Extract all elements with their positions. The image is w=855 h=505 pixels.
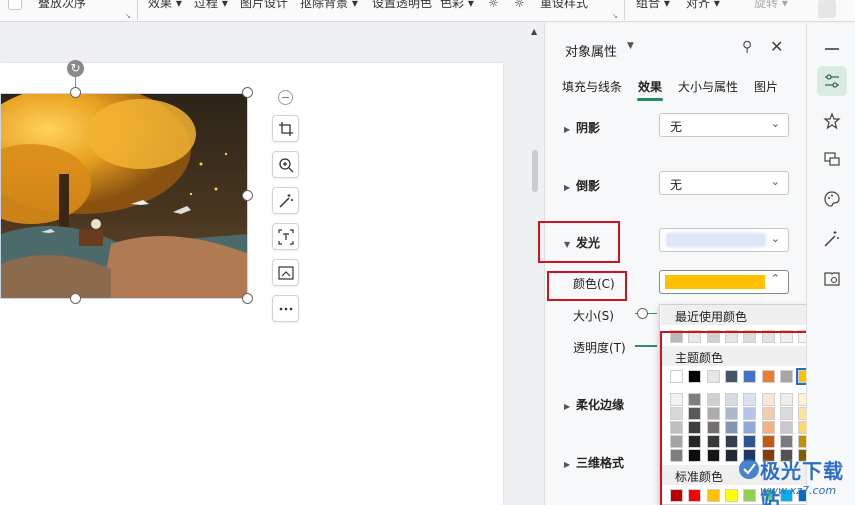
- shadow-select[interactable]: 无 ⌄: [659, 113, 789, 137]
- active-tab-indicator: [637, 98, 663, 101]
- glow-transparency-label: 透明度(T): [573, 341, 626, 355]
- text-extract-icon[interactable]: [272, 223, 299, 250]
- divider: [137, 0, 138, 20]
- size-slider-thumb[interactable]: [637, 308, 648, 319]
- launcher-icon: ↘: [125, 12, 131, 20]
- section-reflection[interactable]: ▶ 倒影: [564, 177, 600, 194]
- effects-button[interactable]: 效果 ▾: [148, 0, 182, 11]
- tab-fill-and-line[interactable]: 填充与线条: [562, 78, 622, 95]
- palette-icon[interactable]: [817, 184, 847, 214]
- tab-size-and-properties[interactable]: 大小与属性: [678, 78, 738, 95]
- rotate-button[interactable]: 旋转 ▾: [754, 0, 788, 11]
- magic-wand-icon[interactable]: [272, 187, 299, 214]
- order-button[interactable]: 叠放次序: [38, 0, 86, 11]
- annotation-highlight: [547, 271, 627, 301]
- set-transparent-color-button[interactable]: 设置透明色: [372, 0, 432, 11]
- expand-arrow-icon: ▶: [564, 183, 571, 192]
- resize-handle-top[interactable]: [70, 87, 81, 98]
- watermark-url: www.xz7.com: [760, 484, 837, 497]
- color-swatch: [665, 275, 765, 289]
- picture-design-button[interactable]: 图片设计: [240, 0, 288, 11]
- section-label: 柔化边缘: [576, 398, 625, 412]
- dropdown-arrow[interactable]: [8, 0, 22, 10]
- chevron-up-icon: ⌃: [770, 272, 780, 285]
- toolbar-expand-button[interactable]: [818, 0, 836, 18]
- chevron-down-icon: ⌄: [770, 232, 780, 245]
- vertical-scrollbar[interactable]: ▲: [528, 23, 543, 505]
- resize-handle-right[interactable]: [242, 190, 253, 201]
- chevron-down-icon[interactable]: ▼: [627, 41, 634, 51]
- resize-handle-top-right[interactable]: [242, 87, 253, 98]
- ribbon-toolbar: 叠放次序 ↘ 效果 ▾ 过程 ▾ 图片设计 抠除背景 ▾ 设置透明色 色彩 ▾ …: [0, 0, 855, 22]
- align-button[interactable]: 对齐 ▾: [686, 0, 720, 11]
- brightness-icon[interactable]: ☼: [488, 0, 499, 10]
- rotate-handle-icon[interactable]: ↻: [67, 60, 84, 77]
- remove-background-button[interactable]: 抠除背景 ▾: [300, 0, 358, 11]
- select-value: 无: [670, 178, 683, 192]
- tab-picture[interactable]: 图片: [754, 78, 778, 95]
- resize-handle-bottom-right[interactable]: [242, 293, 253, 304]
- expand-arrow-icon: ▶: [564, 402, 571, 411]
- minimize-icon[interactable]: [825, 48, 839, 50]
- section-3d-format[interactable]: ▶ 三维格式: [564, 454, 624, 471]
- contrast-icon[interactable]: ☼: [514, 0, 525, 10]
- magic-wand-icon[interactable]: [817, 224, 847, 254]
- launcher-icon: ↘: [612, 12, 618, 20]
- tab-effects[interactable]: 效果: [638, 78, 662, 95]
- color-button[interactable]: 色彩 ▾: [440, 0, 474, 11]
- collapse-tools-button[interactable]: [278, 90, 293, 105]
- annotation-highlight: [538, 221, 620, 263]
- close-icon[interactable]: ✕: [770, 37, 783, 56]
- chevron-down-icon: ⌄: [770, 117, 780, 130]
- more-icon[interactable]: [272, 295, 299, 322]
- resize-handle-bottom[interactable]: [70, 293, 81, 304]
- section-label: 倒影: [576, 179, 601, 193]
- scroll-thumb[interactable]: [532, 150, 538, 192]
- expand-arrow-icon: ▶: [564, 125, 571, 134]
- selected-picture[interactable]: [0, 93, 248, 299]
- panel-title[interactable]: 对象属性: [565, 41, 617, 60]
- star-icon[interactable]: [817, 106, 847, 136]
- image-to-text-icon[interactable]: [272, 259, 299, 286]
- shapes-icon[interactable]: [817, 144, 847, 174]
- group-button[interactable]: 组合 ▾: [636, 0, 670, 11]
- select-value: 无: [670, 120, 683, 134]
- scroll-up-icon[interactable]: ▲: [531, 27, 537, 36]
- recent-colors-label: 最近使用颜色: [675, 310, 748, 324]
- glow-preview-swatch: [667, 234, 765, 246]
- book-search-icon[interactable]: [817, 264, 847, 294]
- crop-icon[interactable]: [272, 115, 299, 142]
- properties-icon[interactable]: [817, 66, 847, 96]
- section-label: 三维格式: [576, 456, 625, 470]
- reset-style-button[interactable]: 重设样式: [540, 0, 588, 11]
- section-shadow[interactable]: ▶ 阴影: [564, 119, 600, 136]
- canvas-area: ↻ ▲: [0, 23, 543, 505]
- expand-arrow-icon: ▶: [564, 460, 571, 469]
- glow-preset-select[interactable]: ⌄: [659, 228, 789, 252]
- process-button[interactable]: 过程 ▾: [194, 0, 228, 11]
- reflection-select[interactable]: 无 ⌄: [659, 171, 789, 195]
- section-label: 阴影: [576, 121, 601, 135]
- section-soft-edges[interactable]: ▶ 柔化边缘: [564, 396, 624, 413]
- pin-icon[interactable]: ⚲: [742, 39, 752, 55]
- divider: [624, 0, 625, 20]
- side-icon-rail: [806, 23, 855, 505]
- glow-color-picker[interactable]: ⌃: [659, 270, 789, 294]
- transparency-slider-track[interactable]: [635, 345, 657, 347]
- glow-size-label: 大小(S): [573, 309, 614, 323]
- zoom-in-icon[interactable]: [272, 151, 299, 178]
- watermark-text: 极光下载站: [760, 459, 844, 505]
- chevron-down-icon: ⌄: [770, 175, 780, 188]
